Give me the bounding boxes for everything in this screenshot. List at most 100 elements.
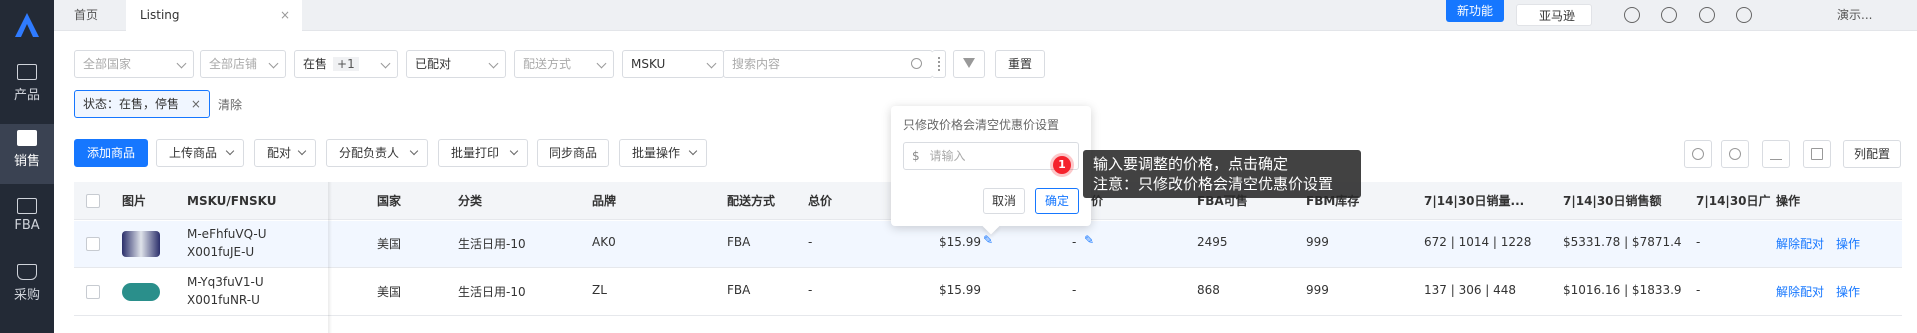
fbm-value: 999 [1306, 235, 1329, 249]
refresh-button[interactable] [1684, 140, 1712, 168]
tab-bar: 首页 Listing × 新功能 亚马逊 演示... [54, 0, 1917, 31]
edit-price-icon[interactable]: ✎ [983, 233, 993, 247]
tab-label: Listing [140, 8, 180, 22]
sales-qty-value: 672 | 1014 | 1228 [1424, 235, 1532, 249]
box-icon [17, 198, 37, 214]
pair-button[interactable]: 配对 [254, 139, 316, 167]
print-label: 批量打印 [451, 146, 500, 160]
batch-action-button[interactable]: 批量操作 [619, 139, 707, 167]
sales-amount-value: $5331.78 | $7871.4 [1563, 235, 1682, 249]
match-select-value: 已配对 [415, 57, 452, 71]
kebab-icon [938, 57, 940, 71]
nav-item-sales[interactable]: 销售 [0, 124, 54, 184]
export-button[interactable] [1762, 140, 1790, 168]
fbm-value: 999 [1306, 283, 1329, 297]
col-country: 国家 [377, 194, 402, 208]
app-logo-icon[interactable] [12, 10, 42, 40]
side-nav: 产品 销售 FBA 采购 [0, 0, 54, 333]
row-checkbox[interactable] [86, 237, 100, 251]
nav-item-products[interactable]: 产品 [0, 58, 54, 118]
fba-value[interactable]: 2495 [1197, 235, 1228, 249]
layout-toggle-button[interactable] [1803, 140, 1831, 168]
status-more-count: +1 [333, 57, 359, 71]
more-options-icon[interactable] [932, 50, 946, 78]
nav-item-fba[interactable]: FBA [0, 192, 54, 252]
new-feature-badge[interactable]: 新功能 [1446, 0, 1504, 22]
nav-item-label: 销售 [13, 154, 40, 169]
user-menu[interactable]: 演示... [1837, 0, 1872, 31]
info-button[interactable] [1721, 140, 1749, 168]
clear-filters-link[interactable]: 清除 [218, 96, 242, 113]
shipping-select[interactable]: 配送方式 [514, 50, 614, 78]
upload-label: 上传商品 [169, 146, 218, 160]
batch-label: 批量操作 [632, 146, 681, 160]
operation-menu[interactable]: 操作 [1836, 283, 1860, 300]
edit-sale-price-icon[interactable]: ✎ [1084, 233, 1094, 247]
guide-tooltip: 输入要调整的价格，点击确定 注意：只修改价格会清空优惠价设置 [1083, 150, 1361, 198]
fixed-column-shadow [328, 182, 332, 333]
tab-listing[interactable]: Listing × [126, 0, 302, 31]
category-value: 生活日用-10 [458, 285, 526, 299]
assign-owner-button[interactable]: 分配负责人 [326, 139, 428, 167]
sku-type-select[interactable]: MSKU [622, 50, 724, 78]
chevron-down-icon [380, 58, 391, 69]
info-icon [1729, 148, 1741, 160]
add-product-button[interactable]: 添加商品 [74, 139, 148, 167]
sell-icon [17, 130, 37, 146]
col-sales-amount[interactable]: 7|14|30日销售额 [1563, 182, 1662, 220]
marketplace-selector[interactable]: 亚马逊 [1516, 4, 1592, 26]
country-value: 美国 [377, 237, 402, 251]
download-icon[interactable] [1624, 7, 1640, 23]
fba-value[interactable]: 868 [1197, 283, 1220, 297]
cancel-button[interactable]: 取消 [983, 188, 1025, 214]
advanced-filter-button[interactable] [953, 50, 985, 78]
chevron-down-icon [268, 58, 279, 69]
unpair-link[interactable]: 解除配对 [1776, 283, 1824, 300]
match-select[interactable]: 已配对 [406, 50, 506, 78]
row-checkbox[interactable] [86, 285, 100, 299]
product-thumbnail[interactable] [122, 231, 160, 257]
search-input[interactable]: 搜索内容 [723, 50, 933, 78]
cart-icon [17, 264, 37, 280]
refresh-icon [1692, 148, 1704, 160]
sync-product-button[interactable]: 同步商品 [537, 139, 609, 167]
shipping-value: FBA [727, 283, 751, 297]
status-select[interactable]: 在售 +1 [294, 50, 398, 78]
task-icon[interactable] [1661, 7, 1677, 23]
total-price-value: - [808, 283, 813, 297]
chevron-down-icon [509, 146, 519, 156]
nav-item-purchase[interactable]: 采购 [0, 258, 54, 318]
country-select[interactable]: 全部国家 [74, 50, 194, 78]
price-value: $15.99 [939, 235, 981, 249]
ads-value: - [1696, 283, 1701, 297]
operation-menu[interactable]: 操作 [1836, 235, 1860, 252]
reset-button[interactable]: 重置 [995, 50, 1045, 78]
shop-select[interactable]: 全部店铺 [200, 50, 286, 78]
batch-print-button[interactable]: 批量打印 [438, 139, 528, 167]
bell-icon[interactable] [1699, 7, 1715, 23]
col-shipping: 配送方式 [727, 194, 776, 208]
col-total-price: 总价 [808, 194, 833, 208]
search-icon[interactable] [911, 58, 922, 69]
country-select-value: 全部国家 [83, 57, 132, 71]
column-config-button[interactable]: 列配置 [1843, 140, 1901, 168]
col-msku[interactable]: MSKU/FNSKU [187, 182, 277, 220]
confirm-button[interactable]: 确定 [1035, 188, 1079, 214]
col-sales-qty[interactable]: 7|14|30日销量... [1424, 182, 1524, 220]
close-icon[interactable]: × [191, 97, 201, 111]
upload-product-button[interactable]: 上传商品 [156, 139, 244, 167]
table-row[interactable]: M-Yq3fuV1-U X001fuNR-U 美国 生活日用-10 ZL FBA… [74, 269, 1902, 316]
country-value: 美国 [377, 285, 402, 299]
tab-home[interactable]: 首页 [60, 0, 112, 31]
filter-icon [963, 58, 975, 68]
headset-icon[interactable] [1736, 7, 1752, 23]
col-ads[interactable]: 7|14|30日广 [1696, 182, 1771, 220]
close-icon[interactable]: × [280, 0, 290, 31]
category-value: 生活日用-10 [458, 237, 526, 251]
brand-value: ZL [592, 283, 607, 297]
product-thumbnail[interactable] [122, 283, 160, 301]
unpair-link[interactable]: 解除配对 [1776, 235, 1824, 252]
select-all-checkbox[interactable] [86, 194, 100, 208]
chevron-down-icon [488, 58, 499, 69]
nav-item-label: 采购 [13, 288, 40, 303]
